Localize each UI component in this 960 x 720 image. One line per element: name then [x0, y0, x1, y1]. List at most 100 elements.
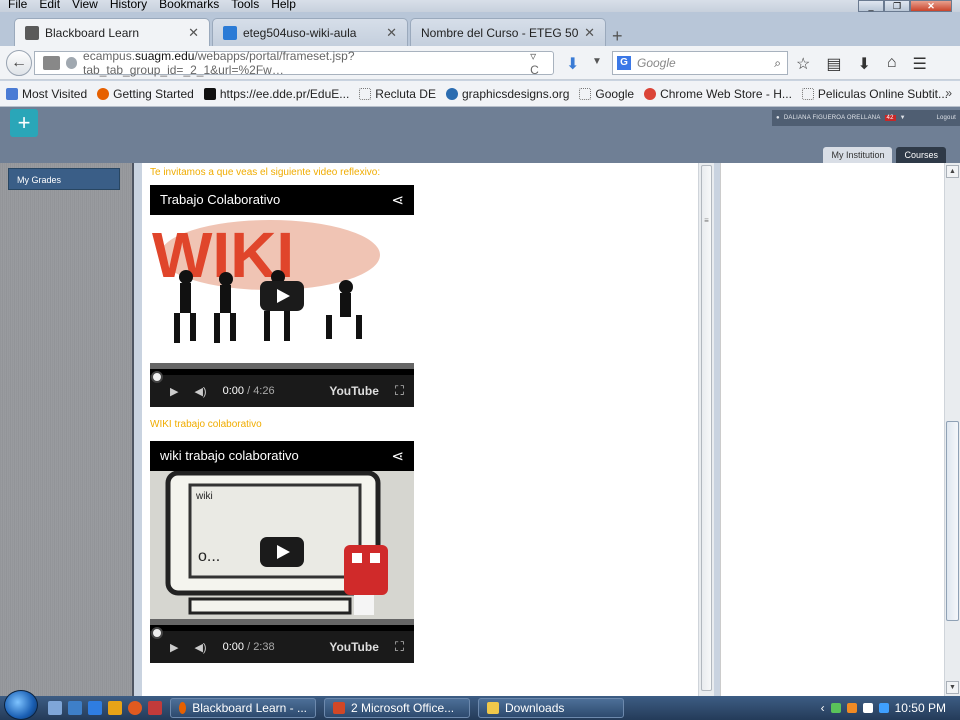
- blackboard-icon: [25, 25, 39, 40]
- play-icon[interactable]: ▶: [170, 385, 178, 398]
- user-name[interactable]: DALIANA FIGUEROA ORELLANA: [784, 115, 881, 121]
- bookmark-ee-dde[interactable]: https://ee.dde.pr/EduE...: [203, 87, 349, 101]
- video-title[interactable]: wiki trabajo colaborativo: [150, 441, 414, 471]
- media-player-icon[interactable]: [108, 701, 122, 715]
- app-icon[interactable]: [148, 701, 162, 715]
- downloads-icon[interactable]: ⬇: [857, 54, 870, 74]
- network-icon[interactable]: [862, 703, 873, 713]
- back-button[interactable]: ←: [6, 50, 32, 76]
- notification-badge[interactable]: 42: [884, 115, 896, 121]
- share-icon[interactable]: ⋖: [391, 447, 404, 465]
- download-arrow-icon[interactable]: ⬇: [566, 54, 579, 74]
- close-tab-icon[interactable]: ✕: [188, 25, 199, 41]
- tab-blackboard[interactable]: Blackboard Learn ✕: [14, 18, 210, 46]
- video-progress-bar[interactable]: [150, 363, 414, 369]
- minimize-button[interactable]: _: [858, 0, 884, 12]
- progress-handle[interactable]: [151, 371, 163, 383]
- youtube-logo[interactable]: YouTube: [329, 384, 379, 398]
- bookmark-recluta[interactable]: Recluta DE: [359, 87, 436, 101]
- video-player-1[interactable]: Trabajo Colaborativo ⋖ WIKI ▶ ◀) 0:00 / …: [150, 185, 414, 407]
- new-tab-button[interactable]: +: [612, 26, 623, 47]
- volume-icon[interactable]: ◀): [194, 641, 206, 654]
- chevron-right-icon[interactable]: »: [945, 86, 952, 100]
- bookmark-most-visited[interactable]: Most Visited: [6, 87, 87, 101]
- video-title[interactable]: Trabajo Colaborativo: [150, 185, 414, 215]
- video-player-2[interactable]: wiki trabajo colaborativo ⋖ wiki o... ▶ …: [150, 441, 414, 663]
- sidebar-item-my-grades[interactable]: My Grades: [8, 168, 120, 190]
- explorer-icon[interactable]: [68, 701, 82, 715]
- internet-explorer-icon[interactable]: [88, 701, 102, 715]
- youtube-logo[interactable]: YouTube: [329, 640, 379, 654]
- restore-button[interactable]: ❐: [884, 0, 910, 12]
- clock[interactable]: 10:50 PM: [895, 701, 946, 715]
- progress-handle[interactable]: [151, 627, 163, 639]
- home-icon[interactable]: ⌂: [887, 54, 897, 74]
- close-tab-icon[interactable]: ✕: [584, 25, 595, 41]
- bookmark-star-icon[interactable]: ☆: [796, 54, 810, 74]
- menu-help[interactable]: Help: [271, 0, 296, 10]
- volume-icon[interactable]: ◀): [194, 385, 206, 398]
- signal-icon[interactable]: [830, 703, 841, 713]
- play-button-icon[interactable]: [260, 537, 304, 567]
- scroll-up-icon[interactable]: ▲: [946, 165, 959, 178]
- menu-file[interactable]: File: [8, 0, 27, 10]
- fullscreen-icon[interactable]: ⛶: [395, 383, 404, 399]
- tab-nombre-curso[interactable]: Nombre del Curso - ETEG 504 ... ✕: [410, 18, 606, 46]
- scroll-down-icon[interactable]: ▼: [946, 681, 959, 694]
- video-progress-bar[interactable]: [150, 619, 414, 625]
- content-scrollbar[interactable]: ≡: [698, 163, 714, 696]
- search-input[interactable]: G Google ⌕: [612, 51, 788, 75]
- page-icon: [43, 56, 60, 70]
- scrollbar-thumb[interactable]: ≡: [701, 165, 712, 691]
- play-button-icon[interactable]: [260, 281, 304, 311]
- play-icon[interactable]: ▶: [170, 641, 178, 654]
- search-icon[interactable]: ⌕: [774, 56, 787, 71]
- tab-wiki[interactable]: eteg504uso-wiki-aula ✕: [212, 18, 408, 46]
- volume-tray-icon[interactable]: [878, 703, 889, 713]
- taskbar-button-downloads[interactable]: Downloads: [478, 698, 624, 718]
- start-button[interactable]: [4, 690, 38, 720]
- tray-app-icon[interactable]: [846, 703, 857, 713]
- tab-label: Nombre del Curso - ETEG 504 ...: [421, 25, 579, 40]
- show-desktop-icon[interactable]: [48, 701, 62, 715]
- taskbar-button-office[interactable]: 2 Microsoft Office...: [324, 698, 470, 718]
- menu-edit[interactable]: Edit: [39, 0, 60, 10]
- bookmarks-list-icon[interactable]: ▤: [826, 54, 841, 74]
- bookmark-chrome-store[interactable]: Chrome Web Store - H...: [644, 87, 792, 101]
- bookmark-getting-started[interactable]: Getting Started: [97, 87, 194, 101]
- menu-tools[interactable]: Tools: [231, 0, 259, 10]
- scrollbar-thumb[interactable]: [946, 421, 959, 621]
- chevron-down-icon[interactable]: ▼: [900, 115, 906, 121]
- close-window-button[interactable]: ✕: [910, 0, 952, 12]
- bookmark-peliculas[interactable]: Peliculas Online Subtit...: [801, 87, 948, 101]
- content-frame: Te invitamos a que veas el siguiente vid…: [142, 163, 698, 696]
- bookmark-graphicsdesigns[interactable]: graphicsdesigns.org: [445, 87, 569, 101]
- chevron-left-icon[interactable]: ‹: [821, 701, 825, 715]
- menu-bookmarks[interactable]: Bookmarks: [159, 0, 219, 10]
- chevron-down-icon[interactable]: ▼: [592, 56, 602, 67]
- google-icon[interactable]: G: [617, 56, 631, 70]
- share-icon[interactable]: ⋖: [391, 191, 404, 209]
- page-scrollbar[interactable]: ▲ ▼: [944, 163, 960, 696]
- tab-my-institution[interactable]: My Institution: [823, 147, 893, 163]
- logout-link[interactable]: Logout: [936, 115, 960, 121]
- chrome-icon[interactable]: [128, 701, 142, 715]
- main-menu-tabs: My Institution Courses: [823, 147, 946, 163]
- reload-icon[interactable]: ▿ C: [530, 49, 553, 77]
- close-tab-icon[interactable]: ✕: [386, 25, 397, 41]
- menu-view[interactable]: View: [72, 0, 98, 10]
- menu-history[interactable]: History: [110, 0, 147, 10]
- video-caption: WIKI trabajo colaborativo: [150, 419, 262, 430]
- address-bar[interactable]: ecampus.suagm.edu/webapps/portal/framese…: [34, 49, 554, 77]
- blackboard-header: + ● DALIANA FIGUEROA ORELLANA 42 ▼ Logou…: [0, 107, 960, 163]
- tab-courses[interactable]: Courses: [896, 147, 946, 163]
- quick-launch: [48, 701, 162, 715]
- menu-hamburger-icon[interactable]: ☰: [913, 54, 927, 74]
- blank-page-icon: [359, 87, 372, 100]
- add-module-button[interactable]: +: [10, 109, 38, 137]
- most-visited-icon: [6, 87, 18, 100]
- wikispaces-icon: [223, 25, 237, 40]
- taskbar-button-blackboard[interactable]: Blackboard Learn - ...: [170, 698, 316, 718]
- bookmark-google[interactable]: Google: [579, 87, 634, 101]
- fullscreen-icon[interactable]: ⛶: [395, 639, 404, 655]
